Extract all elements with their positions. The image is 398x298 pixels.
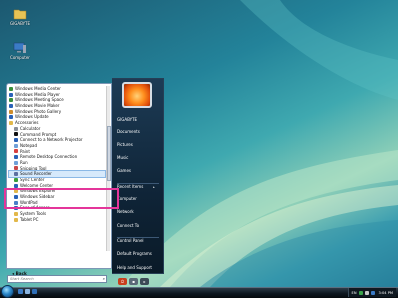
program-icon xyxy=(9,86,13,91)
network-icon[interactable] xyxy=(358,290,363,295)
place-control-panel[interactable]: Control Panel xyxy=(117,237,159,243)
place-label: Default Programs xyxy=(117,251,152,256)
program-icon xyxy=(9,92,13,97)
place-label: Recent Items xyxy=(117,184,144,189)
place-label: Music xyxy=(117,155,129,160)
program-icon xyxy=(14,160,18,165)
program-icon xyxy=(9,103,13,108)
folder-icon xyxy=(13,9,27,20)
start-menu: Windows Media Center Windows Media Player… xyxy=(4,78,164,285)
place-label: GIGABYTE xyxy=(117,117,138,122)
place-pictures[interactable]: Pictures xyxy=(117,142,133,147)
program-icon xyxy=(9,109,13,114)
internet-explorer-icon[interactable] xyxy=(32,289,37,294)
desktop-icon-computer[interactable]: Computer xyxy=(3,42,37,60)
place-computer[interactable]: Computer xyxy=(117,196,137,201)
all-programs-pane: Windows Media Center Windows Media Player… xyxy=(6,83,112,276)
submenu-arrow-icon: ▸ xyxy=(153,185,155,189)
program-icon xyxy=(14,166,18,171)
place-label: Network xyxy=(117,209,134,214)
program-icon xyxy=(14,155,18,160)
start-button[interactable] xyxy=(1,285,14,298)
program-icon xyxy=(9,115,13,120)
start-menu-right-pane: GIGABYTE Documents Pictures Music Games Recen… xyxy=(112,78,164,274)
desktop-icon-label: GIGABYTE xyxy=(9,21,31,26)
program-label: Remote Desktop Connection xyxy=(20,154,78,160)
annotation-highlight xyxy=(4,188,119,209)
clock[interactable]: 3:04 PM xyxy=(379,291,393,295)
place-label: Connect To xyxy=(117,223,140,228)
show-desktop-icon[interactable] xyxy=(18,289,23,294)
lock-button[interactable]: ▪ xyxy=(129,278,138,285)
user-avatar[interactable] xyxy=(122,82,152,108)
program-icon xyxy=(14,138,18,143)
program-icon xyxy=(9,120,13,125)
scroll-thumb[interactable] xyxy=(107,126,111,181)
computer-icon xyxy=(13,42,26,53)
power-button[interactable]: ⏻ xyxy=(118,278,127,285)
taskbar xyxy=(0,287,398,298)
search-icon[interactable]: ⌕ xyxy=(103,276,105,282)
place-gigabyte[interactable]: GIGABYTE xyxy=(117,117,137,122)
place-label: Computer xyxy=(117,196,137,201)
place-default-programs[interactable]: Default Programs xyxy=(117,251,152,256)
power-controls: ⏻ ▪ ▸ xyxy=(118,278,149,286)
place-label: Control Panel xyxy=(117,238,144,243)
program-icon xyxy=(14,143,18,148)
place-recent-items[interactable]: Recent Items ▸ xyxy=(117,183,159,189)
security-icon[interactable] xyxy=(370,290,375,295)
program-icon xyxy=(14,172,18,177)
place-help-and-support[interactable]: Help and Support xyxy=(117,265,152,270)
place-connect-to[interactable]: Connect To xyxy=(117,223,139,228)
program-icon xyxy=(14,177,18,182)
programs-scrollbar[interactable] xyxy=(106,86,111,251)
desktop-icon-label: Computer xyxy=(10,55,30,60)
quick-launch xyxy=(18,289,37,294)
place-documents[interactable]: Documents xyxy=(117,129,140,134)
program-icon xyxy=(14,217,18,222)
program-label: Tablet PC xyxy=(20,216,39,222)
program-icon xyxy=(14,149,18,154)
search-placeholder: Start Search xyxy=(10,276,34,281)
place-label: Games xyxy=(117,168,131,173)
switch-windows-icon[interactable] xyxy=(25,289,30,294)
place-music[interactable]: Music xyxy=(117,155,128,160)
place-label: Documents xyxy=(117,129,140,134)
program-item[interactable]: Tablet PC xyxy=(9,217,105,223)
desktop-icon-gigabyte[interactable]: GIGABYTE xyxy=(3,8,37,26)
program-icon xyxy=(14,183,18,188)
notification-area: EN 3:04 PM xyxy=(347,288,396,297)
place-label: Pictures xyxy=(117,142,133,147)
language-indicator[interactable]: EN xyxy=(352,291,357,295)
program-icon xyxy=(14,126,18,131)
place-label: Help and Support xyxy=(117,265,152,270)
power-options-arrow-icon[interactable]: ▸ xyxy=(140,278,149,285)
program-icon xyxy=(14,132,18,137)
program-icon xyxy=(9,98,13,103)
program-icon xyxy=(14,211,18,216)
volume-icon[interactable] xyxy=(364,290,369,295)
start-search-input[interactable]: Start Search ⌕ xyxy=(7,275,107,283)
place-network[interactable]: Network xyxy=(117,209,134,214)
place-games[interactable]: Games xyxy=(117,168,131,173)
